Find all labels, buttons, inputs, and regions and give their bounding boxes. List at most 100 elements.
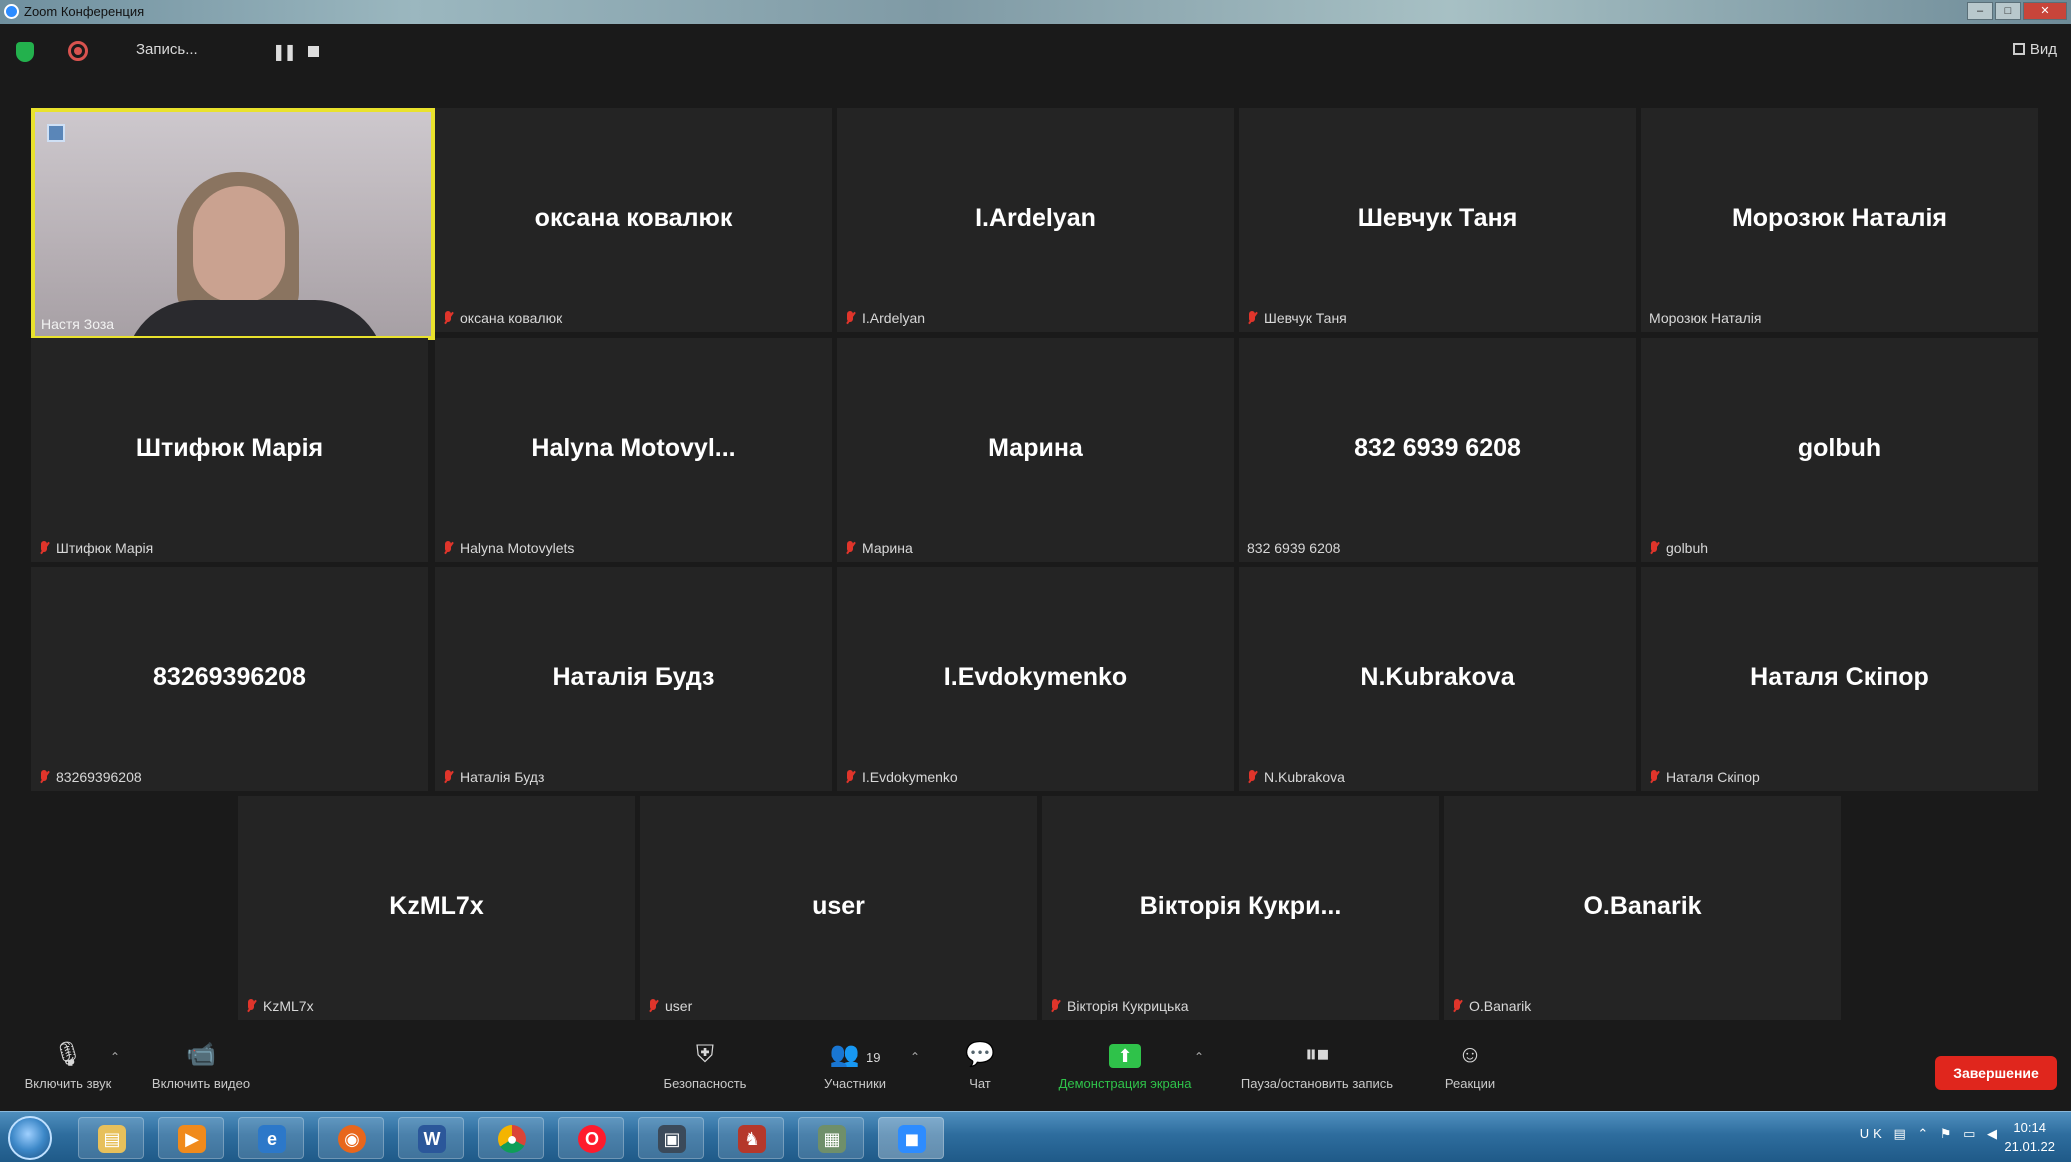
participant-label: I.Ardelyan [845, 310, 925, 326]
share-screen-button[interactable]: ⬆ Демонстрация экрана [1040, 1040, 1210, 1091]
participant-display-name: Морозюк Наталія [1731, 204, 1948, 232]
participant-label: Настя Зоза [41, 316, 115, 332]
participant-label-text: KzML7x [263, 998, 314, 1014]
window-title: Zoom Конференция [24, 4, 145, 19]
participants-button[interactable]: 👥 19 Участники [800, 1040, 910, 1091]
pause-stop-icon: ⏸⏹ [1305, 1041, 1329, 1068]
participant-tile[interactable]: Вікторія Кукри... Вікторія Кукрицька [1042, 796, 1439, 1020]
participant-tile[interactable]: Наталія Будз Наталія Будз [435, 567, 832, 791]
security-button[interactable]: ⛨ Безопасность [640, 1040, 770, 1091]
view-button[interactable]: Вид [2012, 41, 2057, 58]
participant-tile[interactable]: user user [640, 796, 1037, 1020]
participant-tile[interactable]: 832 6939 6208 832 6939 6208 [1239, 338, 1636, 562]
calculator-icon: ▦ [818, 1125, 846, 1153]
system-tray[interactable]: UK ▤ ⌃ ⚑ ▭ ◀ [1860, 1126, 2001, 1142]
taskbar-word[interactable]: W [398, 1117, 464, 1159]
zoom-logo-icon [4, 4, 19, 19]
grid-icon [2012, 43, 2025, 55]
folder-icon: ▤ [98, 1125, 126, 1153]
pause-stop-recording-button[interactable]: ⏸⏹ Пауза/остановить запись [1222, 1040, 1412, 1091]
participant-label: N.Kubrakova [1247, 769, 1345, 785]
minimize-button[interactable]: – [1967, 2, 1993, 20]
taskbar-firefox[interactable]: ◉ [318, 1117, 384, 1159]
remote-desktop-icon: ▣ [658, 1125, 686, 1153]
participant-tile[interactable]: N.Kubrakova N.Kubrakova [1239, 567, 1636, 791]
participant-tile[interactable]: O.Banarik O.Banarik [1444, 796, 1841, 1020]
participant-tile[interactable]: Halyna Motovyl... Halyna Motovylets [435, 338, 832, 562]
security-label: Безопасность [663, 1076, 747, 1091]
close-button[interactable]: ✕ [2023, 2, 2067, 20]
taskbar-explorer[interactable]: ▤ [78, 1117, 144, 1159]
participant-label: Морозюк Наталія [1649, 310, 1761, 326]
zoom-window: Zoom Конференция – □ ✕ Запись... ❚❚ Вид … [0, 0, 2071, 1162]
participant-tile[interactable]: golbuh golbuh [1641, 338, 2038, 562]
participant-tile[interactable]: I.Evdokymenko I.Evdokymenko [837, 567, 1234, 791]
participant-tile[interactable]: Штифюк Марія Штифюк Марія [31, 338, 428, 562]
participant-tile[interactable]: 83269396208 83269396208 [31, 567, 428, 791]
participant-label-text: Вікторія Кукрицька [1067, 998, 1189, 1014]
participant-label-text: оксана ковалюк [460, 310, 563, 326]
taskbar-opera[interactable]: O [558, 1117, 624, 1159]
start-video-button[interactable]: 📹 Включить видео [136, 1040, 266, 1091]
chat-button[interactable]: 💬 Чат [950, 1040, 1010, 1091]
mic-muted-icon [1649, 769, 1659, 785]
video-tile-active-speaker[interactable]: Настя Зоза [31, 108, 435, 340]
participant-label-text: I.Ardelyan [862, 310, 926, 326]
end-meeting-button[interactable]: Завершение [1935, 1056, 2057, 1090]
unmute-button[interactable]: 🎙 Включить звук [8, 1040, 128, 1091]
share-options-chevron-icon[interactable]: ⌃ [1194, 1050, 1204, 1064]
participant-label-text: golbuh [1666, 540, 1709, 556]
start-button[interactable] [8, 1116, 52, 1160]
participant-display-name: Марина [988, 434, 1083, 462]
shield-icon: ⛨ [696, 1041, 714, 1068]
participant-label-text: 83269396208 [56, 769, 142, 785]
participant-tile[interactable]: Наталя Скіпор Наталя Скіпор [1641, 567, 2038, 791]
participant-display-name: Шевчук Таня [1357, 204, 1518, 232]
title-bar: Zoom Конференция – □ ✕ [0, 0, 2071, 24]
mic-muted-icon [1050, 998, 1060, 1014]
language-indicator[interactable]: UK [1860, 1126, 1886, 1141]
share-screen-icon: ⬆ [1109, 1043, 1141, 1068]
participant-display-name: Halyna Motovyl... [531, 434, 736, 462]
taskbar-media-player[interactable]: ▶ [158, 1117, 224, 1159]
internet-explorer-icon: e [258, 1125, 286, 1153]
reactions-button[interactable]: ☺ Реакции [1430, 1040, 1510, 1091]
participant-label-text: Halyna Motovylets [460, 540, 575, 556]
participant-label-text: I.Evdokymenko [862, 769, 958, 785]
window-controls: – □ ✕ [1967, 2, 2067, 20]
participant-label: Шевчук Таня [1247, 310, 1347, 326]
mic-muted-icon [845, 540, 855, 556]
mic-muted-icon [443, 540, 453, 556]
participant-display-name: user [812, 892, 865, 920]
encryption-shield-icon[interactable] [16, 42, 34, 62]
taskbar-game[interactable]: ♞ [718, 1117, 784, 1159]
participants-icon: 👥 19 [829, 1041, 881, 1068]
mic-muted-icon [1649, 540, 1659, 556]
participant-label-text: Наталя Скіпор [1666, 769, 1760, 785]
participant-label: Марина [845, 540, 913, 556]
taskbar-chrome[interactable]: ● [478, 1117, 544, 1159]
participant-tile[interactable]: I.Ardelyan I.Ardelyan [837, 108, 1234, 332]
participant-label-text: O.Banarik [1469, 998, 1532, 1014]
audio-options-chevron-icon[interactable]: ⌃ [110, 1050, 120, 1064]
chat-icon: 💬 [965, 1041, 995, 1068]
participant-tile[interactable]: оксана ковалюк оксана ковалюк [435, 108, 832, 332]
participant-label: O.Banarik [1452, 998, 1531, 1014]
taskbar-internet-explorer[interactable]: e [238, 1117, 304, 1159]
stop-recording-icon[interactable] [308, 46, 319, 57]
reactions-label: Реакции [1444, 1076, 1496, 1091]
pause-recording-icon[interactable]: ❚❚ [272, 42, 297, 62]
participants-chevron-icon[interactable]: ⌃ [910, 1050, 920, 1064]
clock[interactable]: 10:14 21.01.22 [2004, 1118, 2055, 1156]
maximize-button[interactable]: □ [1995, 2, 2021, 20]
participant-tile[interactable]: Марина Марина [837, 338, 1234, 562]
mic-muted-icon [443, 769, 453, 785]
participant-label: user [648, 998, 692, 1014]
taskbar-calculator[interactable]: ▦ [798, 1117, 864, 1159]
taskbar-zoom[interactable]: ◼ [878, 1117, 944, 1159]
participant-tile[interactable]: Морозюк Наталія Морозюк Наталія [1641, 108, 2038, 332]
participant-tile[interactable]: Шевчук Таня Шевчук Таня [1239, 108, 1636, 332]
participant-tile[interactable]: KzML7x KzML7x [238, 796, 635, 1020]
participant-label: KzML7x [246, 998, 314, 1014]
taskbar-remote-desktop[interactable]: ▣ [638, 1117, 704, 1159]
